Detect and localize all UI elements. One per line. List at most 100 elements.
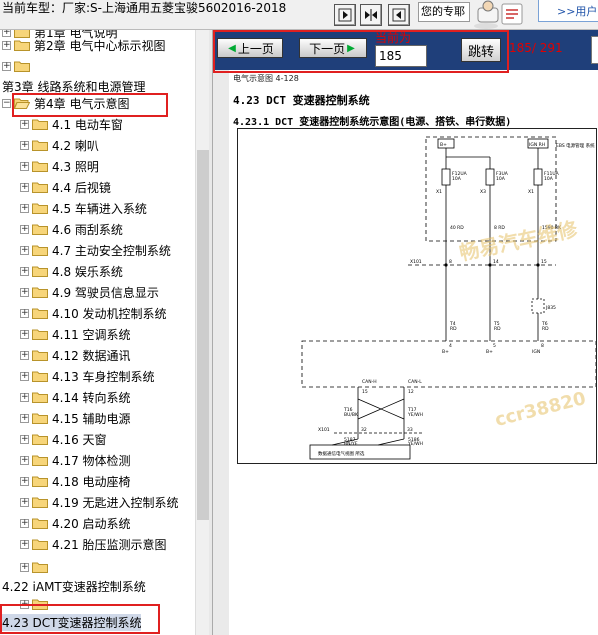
expand-toggle-icon[interactable]: + [20,140,29,150]
connector-pin: 14 [493,259,499,265]
tree-item-label: 4.11 空调系统 [52,327,131,342]
tree-item[interactable]: +4.8 娱乐系统 [20,261,123,281]
tree-item[interactable]: + [20,594,52,614]
fuse-pin: X1 [436,189,442,195]
expand-toggle-icon[interactable]: + [20,497,29,507]
tree-item[interactable]: +4.1 电动车窗 [20,114,123,134]
expand-toggle-icon[interactable]: − [2,98,11,108]
tree-item[interactable]: + [2,56,34,76]
expand-toggle-icon[interactable]: + [2,40,11,50]
current-page-input[interactable]: 185 [375,45,427,67]
arrow-right-icon [338,8,352,22]
chapter-tree: + 第1章 电气说明 + 第2章 电气中心标示视图 + 第3章 线路系统和电源管理 − 第4章… [0,30,195,635]
prev-page-button[interactable]: ◀ 上一页 [217,38,283,58]
tree-item[interactable]: +4.11 空调系统 [20,324,131,344]
tree-item[interactable]: +4.10 发动机控制系统 [20,303,167,323]
tree-item[interactable]: +4.20 启动系统 [20,513,131,533]
tree-item[interactable]: + 第2章 电气中心标示视图 [2,35,165,55]
folder-icon [32,349,48,361]
folder-icon [32,265,48,277]
expand-toggle-icon[interactable]: + [20,224,29,234]
jumper-label: J835 [545,305,556,311]
expand-panel-button[interactable] [334,4,356,26]
tree-item[interactable]: +4.16 天窗 [20,429,107,449]
tree-item[interactable]: +4.15 辅助电源 [20,408,131,428]
expand-toggle-icon[interactable]: + [20,518,29,528]
folder-icon [32,139,48,151]
user-link[interactable]: >>用户 [557,3,597,19]
expand-toggle-icon[interactable]: + [20,203,29,213]
expand-toggle-icon[interactable]: + [20,245,29,255]
expand-toggle-icon[interactable]: + [20,119,29,129]
expand-toggle-icon[interactable]: + [20,562,29,572]
expand-toggle-icon[interactable]: + [20,350,29,360]
arrow-left-icon: ◀ [228,42,236,54]
expand-toggle-icon[interactable]: + [20,161,29,171]
jump-button[interactable]: 跳转 [461,38,501,62]
module-label: IGN [532,349,540,355]
tree-item-label: 4.23 DCT变速器控制系统 [2,613,142,631]
collapse-panel-button[interactable] [388,4,410,26]
expand-toggle-icon[interactable]: + [20,455,29,465]
expand-toggle-icon[interactable]: + [20,539,29,549]
folder-icon [14,39,30,51]
tree-item[interactable]: +4.5 车辆进入系统 [20,198,147,218]
expand-toggle-icon[interactable]: + [20,287,29,297]
document-viewer: ◀ 上一页 下一页 ▶ 当前为 185 跳转 185/ 291 电气示意图 4-… [213,30,598,635]
expand-toggle-icon[interactable]: + [2,61,11,71]
top-header-bar: 当前车型：厂家:S-上海通用五菱宝骏5602016-2018 您的专耶 >>用户 [0,0,598,30]
tree-item[interactable]: +4.19 无匙进入控制系统 [20,492,179,512]
tree-item[interactable]: +4.3 照明 [20,156,99,176]
fuse-rating: 10A [496,176,506,182]
relay-label: B+ [440,142,447,148]
expand-toggle-icon[interactable]: + [20,392,29,402]
split-panel-button[interactable] [360,4,382,26]
tree-item[interactable]: +4.18 电动座椅 [20,471,131,491]
expand-toggle-icon[interactable]: + [20,434,29,444]
tree-item[interactable]: +4.13 车身控制系统 [20,366,155,386]
page-count: 185/ 291 [509,41,563,55]
tree-item[interactable]: +4.14 转向系统 [20,387,131,407]
tree-item[interactable]: + [20,557,52,577]
tree-item[interactable]: +4.2 喇叭 [20,135,99,155]
tree-item[interactable]: +4.17 物体检测 [20,450,131,470]
folder-icon [32,412,48,424]
expand-toggle-icon[interactable]: + [20,329,29,339]
splice-dot [444,263,448,267]
tree-item[interactable]: +4.4 后视镜 [20,177,111,197]
expand-toggle-icon[interactable]: + [20,599,29,609]
tree-scroll-thumb[interactable] [197,150,209,520]
tree-item[interactable]: +4.12 数据通讯 [20,345,131,365]
tree-scrollbar[interactable] [195,30,209,635]
expand-toggle-icon[interactable]: + [20,413,29,423]
expand-toggle-icon[interactable]: + [20,266,29,276]
tree-item[interactable]: +4.21 胎压监测示意图 [20,534,167,554]
module-label: B+ [442,349,449,355]
tree-item-label: 4.16 天窗 [52,432,107,447]
can-connector-pin: 32 [361,427,367,433]
folder-icon [32,433,48,445]
tree-item[interactable]: +4.6 雨刮系统 [20,219,123,239]
connector-pin: 15 [541,259,547,265]
tree-item-label: 4.4 后视镜 [52,180,111,195]
tree-item[interactable]: 4.23 DCT变速器控制系统 [2,612,142,632]
connector-pin: 8 [449,259,452,265]
tree-item[interactable]: − 第4章 电气示意图 [2,93,129,113]
tree-item[interactable]: +4.9 驾驶员信息显示 [20,282,159,302]
bottom-box-label: 数据通信电气视图 所选 [318,450,365,457]
lower-wire-color: BN/YE [344,441,358,447]
tree-item-label: 4.1 电动车窗 [52,117,123,132]
can-wire-color: BU/BK [344,412,359,418]
folder-icon [32,475,48,487]
expand-toggle-icon[interactable]: + [20,476,29,486]
tree-item[interactable]: 4.22 iAMT变速器控制系统 [2,576,146,596]
expand-toggle-icon[interactable]: + [20,182,29,192]
expand-toggle-icon[interactable]: + [20,371,29,381]
tree-item[interactable]: +4.7 主动安全控制系统 [20,240,171,260]
document-area[interactable]: 电气示意图 4-128 4.23 DCT 变速器控制系统 4.23.1 DCT … [213,70,598,635]
folder-icon [32,118,48,130]
expand-toggle-icon[interactable]: + [20,308,29,318]
folder-icon [32,538,48,550]
folder-icon [32,223,48,235]
next-page-button[interactable]: 下一页 ▶ [299,38,367,58]
